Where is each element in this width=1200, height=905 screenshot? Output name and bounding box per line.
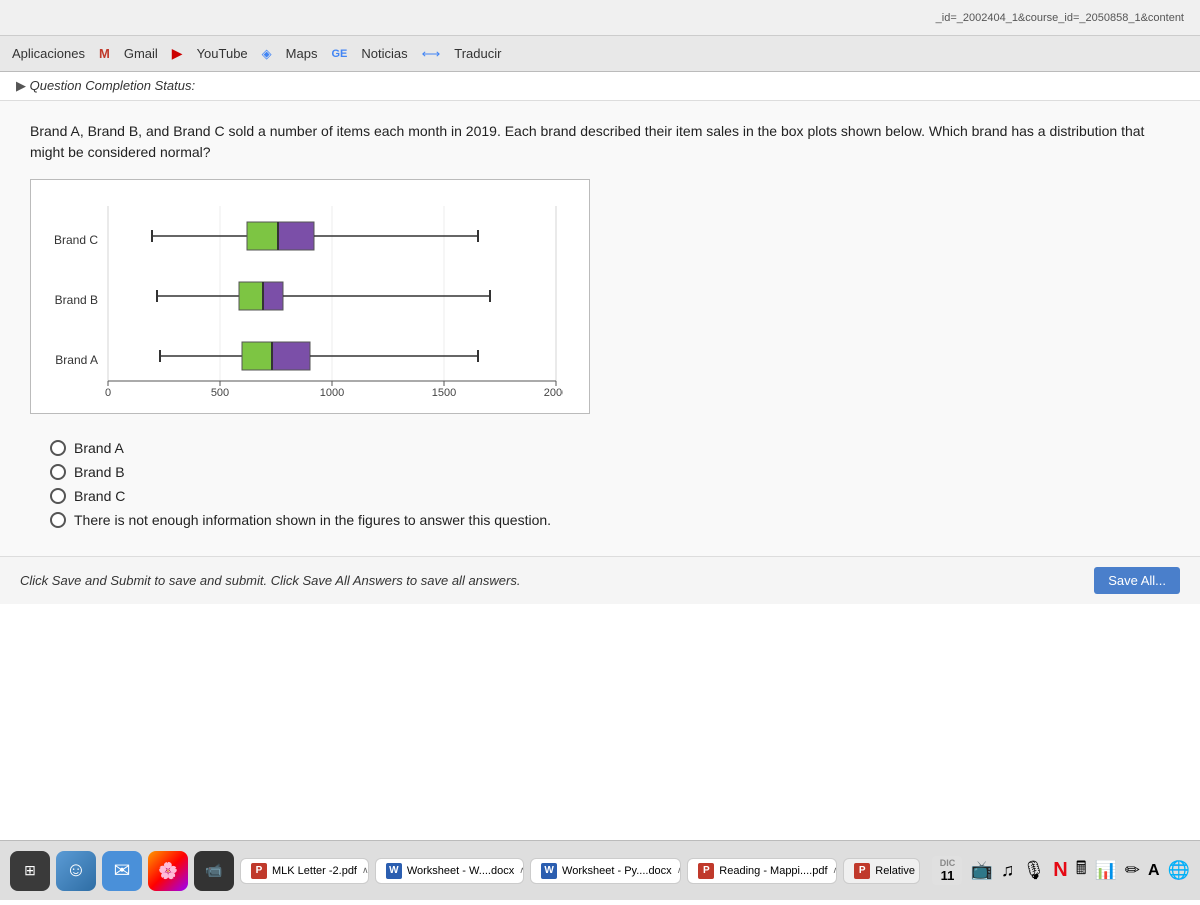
radio-brand-c[interactable] xyxy=(50,488,66,504)
x-label-2000: 2000 xyxy=(544,387,563,396)
dock-icon-photos[interactable]: 🌸 xyxy=(148,851,188,891)
reading-mappi-label: Reading - Mappi....pdf xyxy=(719,865,827,877)
question-body: Brand A, Brand B, and Brand C sold a num… xyxy=(0,101,1200,556)
worksheet-w-icon: W xyxy=(386,863,402,879)
worksheet-py-icon: W xyxy=(541,863,557,879)
music-icon[interactable]: ♫ xyxy=(1001,860,1015,881)
taskbar-worksheet-py[interactable]: W Worksheet - Py....docx ∧ xyxy=(530,858,681,884)
mlk-pdf-icon: P xyxy=(251,863,267,879)
radio-not-enough[interactable] xyxy=(50,512,66,528)
option-not-enough-label: There is not enough information shown in… xyxy=(74,512,551,528)
x-label-0: 0 xyxy=(105,387,111,396)
save-all-button[interactable]: Save All... xyxy=(1094,567,1180,594)
gmail-icon: M xyxy=(99,46,110,61)
relative-label: Relative xyxy=(875,865,915,877)
traducir-icon: ⟷ xyxy=(422,46,441,62)
branda-purple-box xyxy=(272,342,310,370)
browser-nav-bar: _id=_2002404_1&course_id=_2050858_1&cont… xyxy=(0,0,1200,36)
completion-status-bar: Question Completion Status: xyxy=(0,72,1200,101)
noticias-link[interactable]: Noticias xyxy=(361,46,407,61)
save-footer-text: Click Save and Submit to save and submit… xyxy=(20,573,520,588)
main-content: Brand A, Brand B, and Brand C sold a num… xyxy=(0,101,1200,905)
brandb-purple-box xyxy=(263,282,283,310)
option-brand-a-label: Brand A xyxy=(74,440,124,456)
radio-brand-b[interactable] xyxy=(50,464,66,480)
mlk-label: MLK Letter -2.pdf xyxy=(272,865,357,877)
option-brand-b[interactable]: Brand B xyxy=(50,464,1140,480)
dock-icon-grid[interactable]: ⊞ xyxy=(10,851,50,891)
option-brand-c-label: Brand C xyxy=(74,488,125,504)
box-plot-svg: Brand C Brand B Brand A xyxy=(43,196,563,396)
system-tray: DIC 11 📺 ♫ 🎙 N 🖩 📊 ✏ A 🌐 xyxy=(932,856,1190,886)
y-label-branda: Brand A xyxy=(55,353,98,367)
brandc-purple-box xyxy=(278,222,314,250)
worksheet-w-chevron: ∧ xyxy=(519,865,524,876)
calculator-icon[interactable]: 🖩 xyxy=(1076,856,1087,886)
pen-icon[interactable]: ✏ xyxy=(1125,860,1140,881)
x-label-1000: 1000 xyxy=(320,387,344,396)
reading-mappi-icon: P xyxy=(698,863,714,879)
option-brand-c[interactable]: Brand C xyxy=(50,488,1140,504)
taskbar: ⊞ ☺ ✉ 🌸 📹 P MLK Letter -2.pdf ∧ W Worksh… xyxy=(0,840,1200,900)
completion-status-label: Question Completion Status: xyxy=(30,78,195,93)
youtube-link[interactable]: YouTube xyxy=(197,46,248,61)
y-label-brandb: Brand B xyxy=(55,293,98,307)
worksheet-py-chevron: ∧ xyxy=(677,865,682,876)
dock-icon-finder[interactable]: ☺ xyxy=(56,851,96,891)
question-text: Brand A, Brand B, and Brand C sold a num… xyxy=(30,121,1170,163)
taskbar-mlk-letter[interactable]: P MLK Letter -2.pdf ∧ xyxy=(240,858,369,884)
radio-brand-a[interactable] xyxy=(50,440,66,456)
traducir-link[interactable]: Traducir xyxy=(454,46,501,61)
taskbar-reading-mappi[interactable]: P Reading - Mappi....pdf ∧ xyxy=(687,858,837,884)
url-bar-text: _id=_2002404_1&course_id=_2050858_1&cont… xyxy=(936,12,1184,24)
brandb-green-box xyxy=(239,282,263,310)
dock-icon-mail[interactable]: ✉ xyxy=(102,851,142,891)
taskbar-worksheet-w[interactable]: W Worksheet - W....docx ∧ xyxy=(375,858,524,884)
worksheet-py-label: Worksheet - Py....docx xyxy=(562,865,672,877)
n-app-icon[interactable]: N xyxy=(1053,859,1067,882)
x-label-500: 500 xyxy=(211,387,229,396)
maps-link[interactable]: Maps xyxy=(286,46,318,61)
globe-icon[interactable]: 🌐 xyxy=(1168,860,1190,881)
mlk-chevron-up: ∧ xyxy=(362,865,369,876)
chart-icon[interactable]: 📊 xyxy=(1095,860,1117,881)
gmail-link[interactable]: Gmail xyxy=(124,46,158,61)
x-label-1500: 1500 xyxy=(432,387,456,396)
reading-mappi-chevron: ∧ xyxy=(833,865,838,876)
browser-tab-bar: Aplicaciones M Gmail ▶ YouTube ◈ Maps GE… xyxy=(0,36,1200,72)
save-footer: Click Save and Submit to save and submit… xyxy=(0,556,1200,604)
maps-icon: ◈ xyxy=(262,46,272,62)
date-badge: DIC 11 xyxy=(932,856,962,885)
noticias-icon: GE xyxy=(331,48,347,60)
podcast-icon[interactable]: 🎙 xyxy=(1022,860,1045,881)
youtube-icon: ▶ xyxy=(172,45,183,62)
answer-options: Brand A Brand B Brand C There is not eno… xyxy=(30,430,1170,546)
branda-green-box xyxy=(242,342,272,370)
aplicaciones-link[interactable]: Aplicaciones xyxy=(12,46,85,61)
worksheet-w-label: Worksheet - W....docx xyxy=(407,865,514,877)
y-label-brandc: Brand C xyxy=(54,233,98,247)
option-brand-b-label: Brand B xyxy=(74,464,125,480)
relative-icon: P xyxy=(854,863,870,879)
option-not-enough[interactable]: There is not enough information shown in… xyxy=(50,512,1140,528)
tv-icon[interactable]: 📺 xyxy=(970,860,992,881)
brandc-green-box xyxy=(247,222,278,250)
option-brand-a[interactable]: Brand A xyxy=(50,440,1140,456)
taskbar-relative[interactable]: P Relative xyxy=(843,858,920,884)
a-icon[interactable]: A xyxy=(1148,862,1160,880)
dock-icon-video[interactable]: 📹 xyxy=(194,851,234,891)
box-plot-chart: Brand C Brand B Brand A xyxy=(30,179,590,414)
